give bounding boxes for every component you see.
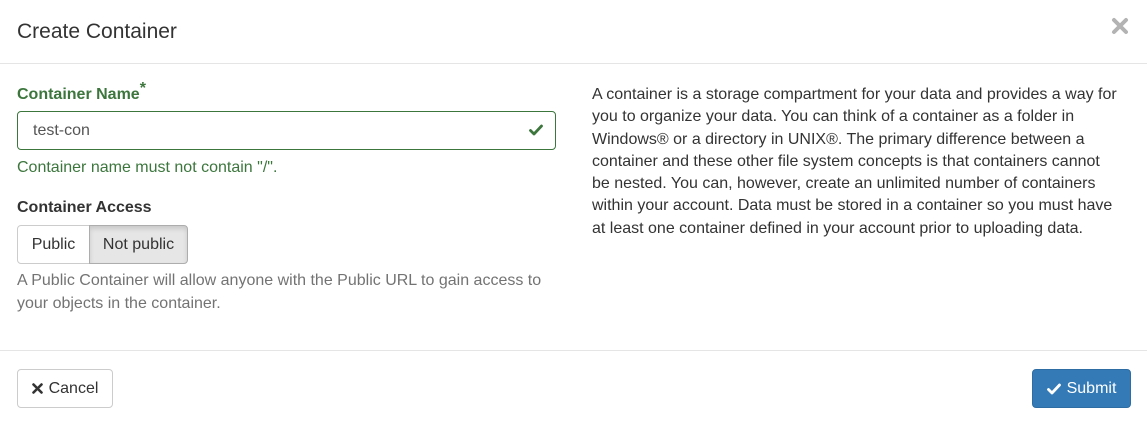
- container-name-label: Container Name *: [17, 80, 146, 105]
- container-name-input[interactable]: [18, 112, 555, 149]
- check-icon: [1046, 383, 1061, 394]
- dialog-body: Container Name * Container name must not…: [0, 64, 1147, 350]
- cancel-button[interactable]: Cancel: [17, 369, 113, 408]
- submit-label: Submit: [1066, 379, 1117, 397]
- check-icon: [529, 124, 543, 136]
- dialog-header: Create Container: [0, 0, 1147, 64]
- create-container-dialog: Create Container Container Name * Contai…: [0, 0, 1147, 425]
- times-icon: [31, 383, 43, 394]
- container-name-label-text: Container Name: [17, 86, 140, 103]
- dialog-footer: Cancel Submit: [0, 350, 1147, 425]
- close-button[interactable]: [1111, 14, 1131, 40]
- close-icon: [1112, 18, 1128, 34]
- required-marker: *: [139, 80, 146, 97]
- container-access-toggle: Public Not public: [17, 225, 188, 264]
- container-name-help: Container name must not contain "/".: [17, 159, 278, 176]
- dialog-title: Create Container: [17, 20, 177, 43]
- container-access-help: A Public Container will allow anyone wit…: [17, 272, 542, 312]
- access-not-public-button[interactable]: Not public: [89, 225, 188, 264]
- container-description: A container is a storage compartment for…: [592, 86, 1117, 237]
- container-access-label: Container Access: [17, 199, 152, 216]
- submit-button[interactable]: Submit: [1032, 369, 1131, 408]
- access-public-button[interactable]: Public: [17, 225, 90, 264]
- container-name-field[interactable]: [17, 111, 556, 150]
- cancel-label: Cancel: [48, 379, 99, 397]
